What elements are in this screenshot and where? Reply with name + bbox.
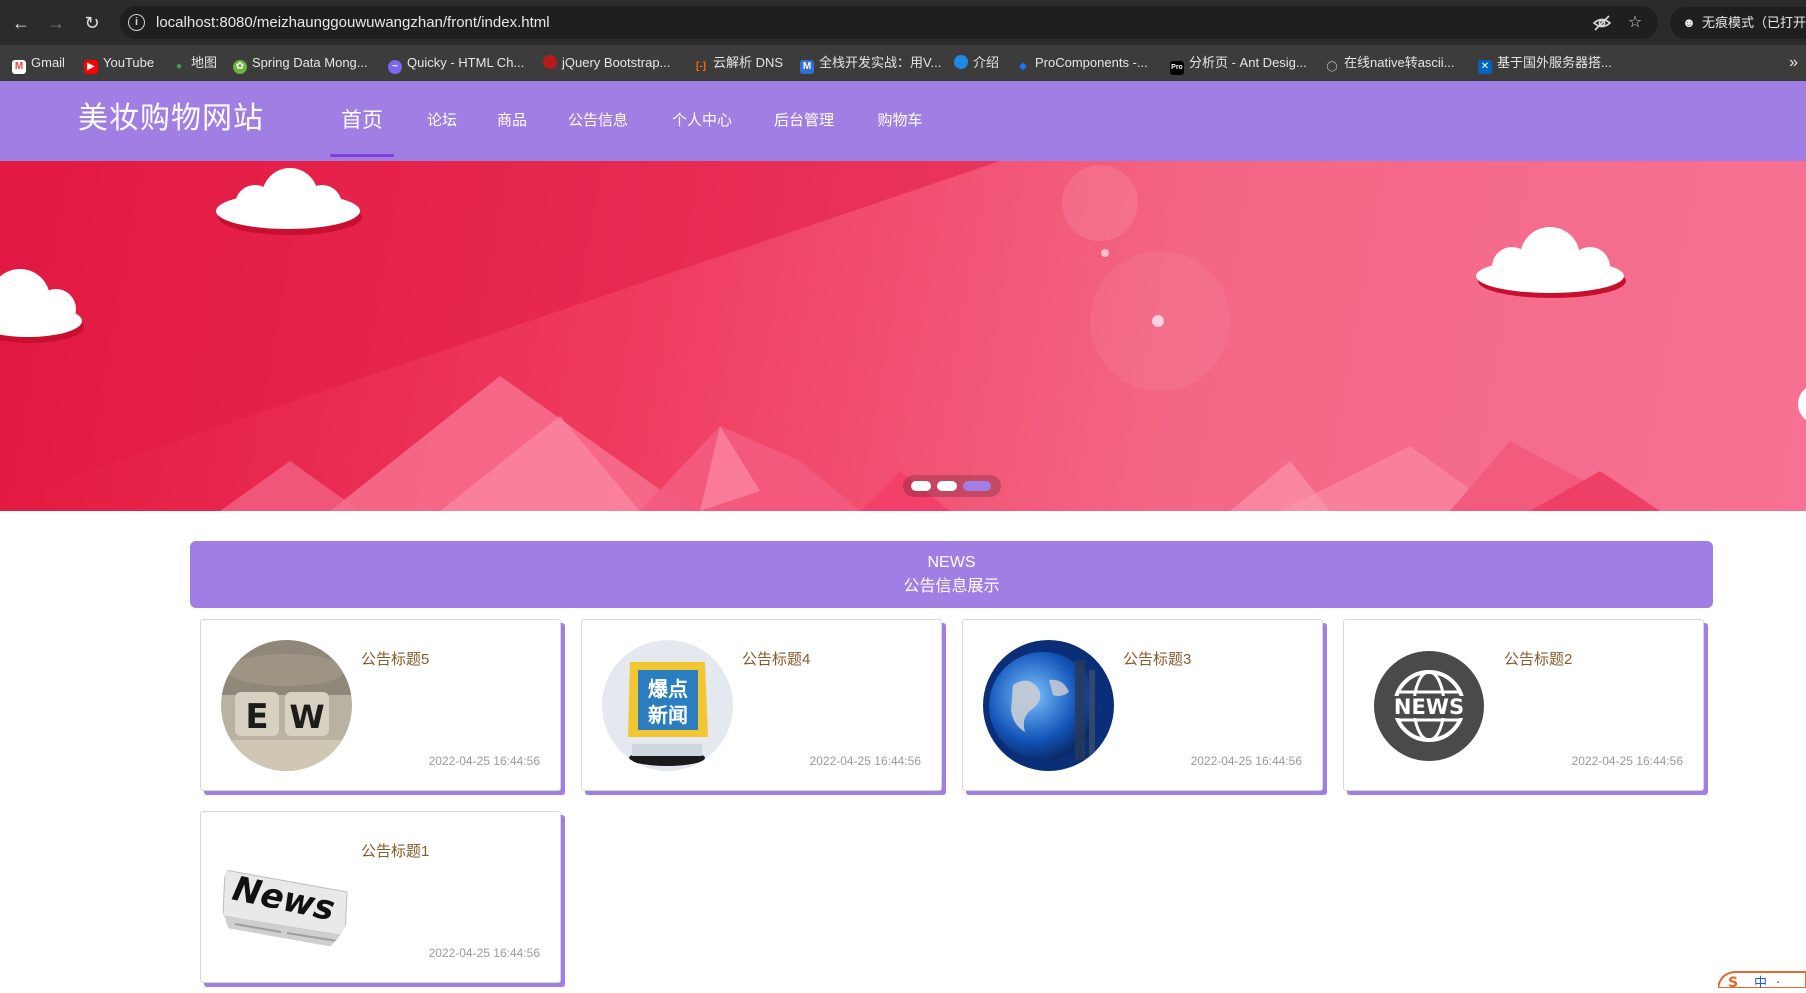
carousel-dot-1[interactable] bbox=[911, 481, 931, 491]
bookmark-item[interactable]: M Gmail bbox=[12, 45, 65, 81]
eye-slash-icon[interactable] bbox=[1592, 13, 1612, 33]
svg-text:NEWS: NEWS bbox=[1394, 695, 1464, 719]
circle-logo-icon bbox=[954, 55, 968, 69]
site-header: 美妆购物网站 首页 论坛 商品 公告信息 个人中心 后台管理 购物车 bbox=[0, 81, 1806, 161]
news-card-time: 2022-04-25 16:44:56 bbox=[809, 754, 921, 768]
news-section-header: NEWS 公告信息展示 bbox=[190, 541, 1713, 608]
bookmark-item[interactable]: ◆ ProComponents -... bbox=[1016, 45, 1148, 81]
carousel-dot-3[interactable] bbox=[963, 481, 991, 491]
carousel-next-icon bbox=[1798, 388, 1806, 420]
nav-products[interactable]: 商品 bbox=[490, 81, 534, 161]
messenger-icon: ~ bbox=[388, 60, 402, 74]
nav-personal-center[interactable]: 个人中心 bbox=[664, 81, 740, 161]
site-logo[interactable]: 美妆购物网站 bbox=[78, 99, 264, 139]
news-card-title[interactable]: 公告标题1 bbox=[361, 842, 429, 862]
jquery-icon bbox=[543, 55, 557, 69]
aliyun-icon: [-] bbox=[696, 61, 706, 72]
reload-icon[interactable]: ↻ bbox=[80, 11, 104, 35]
svg-text:中: 中 bbox=[1754, 976, 1767, 988]
news-card[interactable]: 公告标题3 2022-04-25 16:44:56 bbox=[962, 619, 1323, 791]
globe-icon: ◯ bbox=[1326, 61, 1338, 72]
bookmarks-overflow-icon[interactable]: » bbox=[1789, 45, 1798, 81]
newspaper-image: News bbox=[221, 832, 352, 963]
incognito-icon: ☻ bbox=[1682, 15, 1696, 30]
bookmark-item[interactable]: M 全栈开发实战：用V... bbox=[800, 45, 941, 81]
ant-diamond-icon: ◆ bbox=[1019, 61, 1027, 72]
news-card[interactable]: NEWS 公告标题2 2022-04-25 16:44:56 bbox=[1343, 619, 1704, 791]
news-card-title[interactable]: 公告标题3 bbox=[1123, 650, 1191, 670]
baodian-xinwen-image: 爆点 新闻 bbox=[602, 640, 733, 771]
browser-chrome: ← → ↻ i localhost:8080/meizhaunggouwuwan… bbox=[0, 0, 1806, 81]
globe-news-image bbox=[983, 640, 1114, 771]
carousel-dot-2[interactable] bbox=[937, 481, 957, 491]
news-globe-badge-image: NEWS bbox=[1364, 640, 1495, 771]
site-info-icon[interactable]: i bbox=[128, 14, 145, 31]
news-card[interactable]: News 公告标题1 2022-04-25 16:44:56 bbox=[200, 811, 561, 983]
forward-icon[interactable]: → bbox=[44, 11, 68, 35]
nav-announcements[interactable]: 公告信息 bbox=[560, 81, 636, 161]
news-card[interactable]: E W 公告标题5 2022-04-25 16:44:56 bbox=[200, 619, 561, 791]
banner-artwork bbox=[0, 161, 1806, 511]
cloud-right bbox=[1476, 227, 1626, 298]
bookmark-item[interactable]: ✕ 基于国外服务器搭... bbox=[1478, 45, 1612, 81]
youtube-icon: ▶ bbox=[84, 60, 98, 74]
svg-text:·: · bbox=[1776, 976, 1780, 988]
svg-text:S: S bbox=[1728, 975, 1738, 988]
gmail-icon: M bbox=[12, 60, 26, 74]
news-heading-en: NEWS bbox=[927, 554, 976, 571]
news-card[interactable]: 爆点 新闻 公告标题4 2022-04-25 16:44:56 bbox=[581, 619, 942, 791]
url-text[interactable]: localhost:8080/meizhaunggouwuwangzhan/fr… bbox=[156, 13, 550, 32]
svg-text:E: E bbox=[245, 697, 268, 737]
bookmark-item[interactable]: Pro 分析页 - Ant Desig... bbox=[1170, 45, 1307, 81]
carousel-indicators bbox=[903, 475, 1001, 497]
news-card-time: 2022-04-25 16:44:56 bbox=[428, 754, 540, 768]
hero-carousel[interactable] bbox=[0, 161, 1806, 511]
bookmarks-bar: M Gmail ▶ YouTube ● 地图 ✿ Spring Data Mong...… bbox=[0, 45, 1806, 81]
bookmark-item[interactable]: ◯ 在线native转ascii... bbox=[1325, 45, 1454, 81]
news-card-title[interactable]: 公告标题2 bbox=[1504, 650, 1572, 670]
ew-blocks-image: E W bbox=[221, 640, 352, 771]
incognito-indicator[interactable]: ☻ 无痕模式（已打开 bbox=[1670, 7, 1806, 39]
nav-forum[interactable]: 论坛 bbox=[420, 81, 464, 161]
bookmark-item[interactable]: jQuery Bootstrap... bbox=[543, 45, 670, 81]
nav-home[interactable]: 首页 bbox=[330, 81, 394, 161]
nav-admin[interactable]: 后台管理 bbox=[766, 81, 842, 161]
news-card-time: 2022-04-25 16:44:56 bbox=[1190, 754, 1302, 768]
nav-cart[interactable]: 购物车 bbox=[870, 81, 930, 161]
svg-text:W: W bbox=[289, 698, 324, 736]
m-logo-icon: M bbox=[800, 60, 814, 74]
svg-text:新闻: 新闻 bbox=[648, 703, 688, 727]
bookmark-item[interactable]: 介绍 bbox=[954, 45, 999, 81]
news-card-time: 2022-04-25 16:44:56 bbox=[1571, 754, 1683, 768]
bookmark-item[interactable]: ▶ YouTube bbox=[84, 45, 154, 81]
bookmark-star-icon[interactable]: ☆ bbox=[1625, 13, 1645, 33]
back-icon[interactable]: ← bbox=[9, 11, 33, 35]
news-card-title[interactable]: 公告标题5 bbox=[361, 650, 429, 670]
ime-toolbar[interactable]: S 中 · bbox=[1716, 970, 1806, 991]
bookmark-item[interactable]: ✿ Spring Data Mong... bbox=[233, 45, 368, 81]
pro-icon: Pro bbox=[1170, 61, 1184, 75]
spring-leaf-icon: ✿ bbox=[233, 60, 247, 74]
bookmark-item[interactable]: ~ Quicky - HTML Ch... bbox=[388, 45, 524, 81]
bookmark-item[interactable]: [-] 云解析 DNS bbox=[694, 45, 783, 81]
scotland-flag-icon: ✕ bbox=[1478, 60, 1492, 74]
bookmark-item[interactable]: ● 地图 bbox=[172, 45, 217, 81]
address-bar[interactable]: i localhost:8080/meizhaunggouwuwangzhan/… bbox=[120, 6, 1658, 39]
svg-text:爆点: 爆点 bbox=[648, 677, 688, 701]
maps-pin-icon: ● bbox=[175, 61, 183, 72]
news-card-title[interactable]: 公告标题4 bbox=[742, 650, 810, 670]
news-heading-cn: 公告信息展示 bbox=[903, 578, 1000, 595]
news-card-time: 2022-04-25 16:44:56 bbox=[428, 946, 540, 960]
toolbar: ← → ↻ i localhost:8080/meizhaunggouwuwan… bbox=[0, 0, 1806, 45]
